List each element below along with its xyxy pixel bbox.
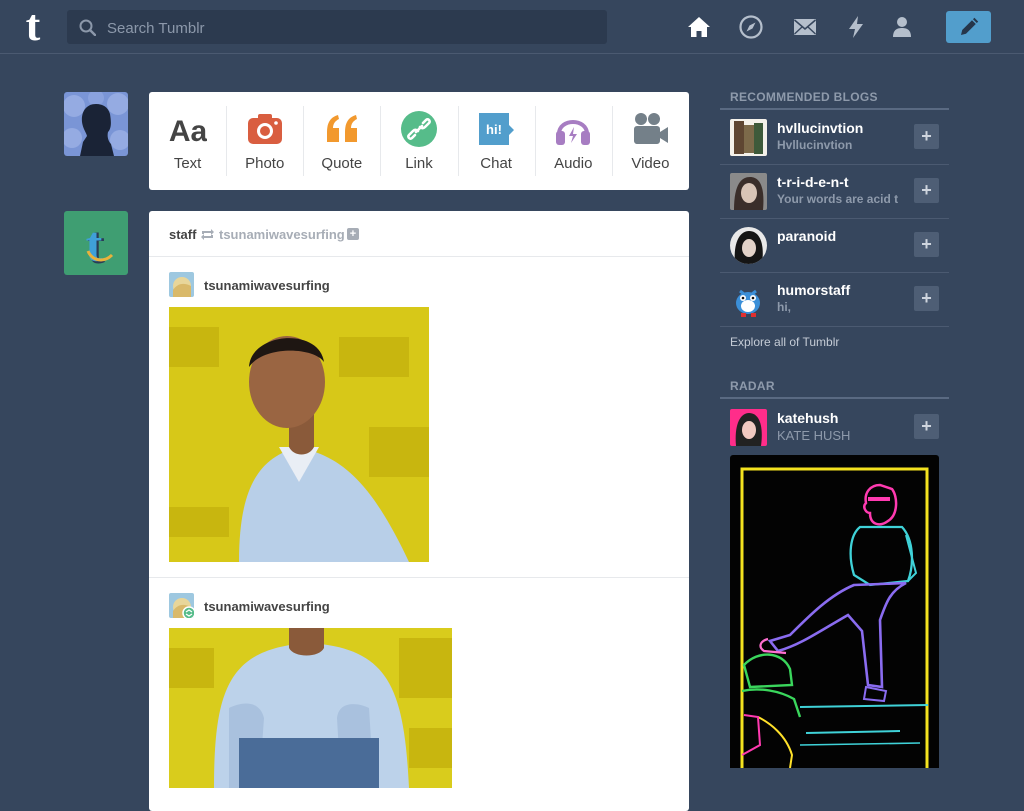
search-icon (79, 19, 96, 36)
blog-subtitle: Hvllucinvtion (777, 138, 853, 152)
headphones-icon (556, 120, 591, 145)
post-type-label: Chat (480, 155, 512, 172)
trail-username[interactable]: tsunamiwavesurfing (204, 599, 330, 614)
blog-name[interactable]: katehush (777, 410, 838, 426)
explore-tumblr-link[interactable]: Explore all of Tumblr (730, 335, 839, 349)
trail-divider (149, 577, 689, 578)
blog-name[interactable]: t-r-i-d-e-n-t (777, 174, 849, 190)
radar-post-image[interactable] (730, 455, 939, 768)
section-divider (720, 397, 949, 399)
recommended-blog-row[interactable]: t-r-i-d-e-n-t Your words are acid t + (720, 164, 949, 218)
search-input[interactable] (105, 10, 599, 46)
follow-button[interactable]: + (914, 414, 939, 439)
camera-icon (247, 114, 282, 144)
default-avatar-silhouette (64, 92, 128, 156)
recommended-blog-row[interactable]: humorstaff hi, + (720, 272, 949, 326)
blog-subtitle: KATE HUSH (777, 428, 851, 443)
poster-username[interactable]: staff (169, 227, 196, 242)
trail-avatar[interactable] (169, 593, 194, 618)
blog-avatar[interactable] (730, 409, 767, 446)
user-avatar[interactable] (64, 92, 128, 156)
link-chain-icon (400, 111, 437, 147)
row-divider (720, 326, 949, 327)
post-type-chat[interactable]: hi! Chat (457, 92, 535, 190)
inbox-mail-icon[interactable] (792, 14, 818, 40)
reblog-icon (201, 229, 214, 240)
follow-button[interactable]: + (914, 232, 939, 257)
post-type-label: Audio (554, 155, 593, 172)
post-type-label: Link (405, 155, 433, 172)
text-aa-icon: Aa (169, 115, 207, 148)
follow-button[interactable]: + (914, 178, 939, 203)
blog-avatar[interactable] (730, 119, 767, 156)
blog-subtitle: Your words are acid t (777, 192, 899, 206)
svg-text:hi!: hi! (486, 122, 502, 137)
home-icon[interactable] (686, 14, 712, 40)
blog-avatar[interactable] (730, 173, 767, 210)
top-navigation-bar: t (0, 0, 1024, 54)
follow-plus-icon[interactable]: + (347, 228, 359, 240)
post-photo[interactable] (169, 307, 429, 562)
post-header: staff tsunamiwavesurfing + (149, 211, 689, 257)
post-photo[interactable] (169, 628, 452, 788)
dashboard-post: staff tsunamiwavesurfing + tsunamiwavesu… (149, 211, 689, 811)
blog-avatar[interactable] (730, 281, 767, 318)
post-type-photo[interactable]: Photo (226, 92, 303, 190)
activity-lightning-icon[interactable] (843, 14, 869, 40)
blog-name[interactable]: humorstaff (777, 282, 850, 298)
trail-avatar[interactable] (169, 272, 194, 297)
post-type-label: Photo (245, 155, 285, 172)
blog-avatar[interactable] (730, 227, 767, 264)
recommended-blogs-heading: RECOMMENDED BLOGS (730, 90, 878, 104)
post-type-audio[interactable]: Audio (534, 92, 612, 190)
blog-name[interactable]: hvllucinvtion (777, 120, 863, 136)
quote-marks-icon (326, 115, 357, 142)
compose-post-button[interactable] (946, 11, 991, 43)
pencil-icon (961, 17, 979, 35)
follow-button[interactable]: + (914, 286, 939, 311)
svg-text:Aa: Aa (169, 115, 207, 148)
post-type-video[interactable]: Video (611, 92, 689, 190)
tumblr-logo[interactable]: t (17, 4, 49, 48)
post-type-text[interactable]: Aa Text (149, 92, 226, 190)
reblog-source-username[interactable]: tsunamiwavesurfing (219, 227, 345, 242)
recommended-blog-row[interactable]: paranoid + (720, 218, 949, 272)
chat-bubble-icon: hi! (479, 113, 515, 145)
account-person-icon[interactable] (889, 14, 915, 40)
staff-avatar[interactable]: t t (64, 211, 128, 275)
explore-compass-icon[interactable] (738, 14, 764, 40)
video-camera-icon (634, 113, 669, 144)
post-type-selector: Aa Text Photo Quote Link hi! Chat Audio … (149, 92, 689, 190)
post-type-link[interactable]: Link (380, 92, 457, 190)
post-type-label: Video (631, 155, 670, 172)
radar-heading: RADAR (730, 379, 775, 393)
follow-button[interactable]: + (914, 124, 939, 149)
post-type-label: Quote (321, 155, 363, 172)
post-type-quote[interactable]: Quote (303, 92, 380, 190)
staff-logo-avatar: t t (64, 211, 128, 275)
blog-subtitle: hi, (777, 300, 791, 314)
radar-blog-row[interactable]: katehush KATE HUSH + (720, 400, 949, 454)
trail-username[interactable]: tsunamiwavesurfing (204, 278, 330, 293)
post-type-label: Text (173, 155, 202, 172)
blog-name[interactable]: paranoid (777, 228, 836, 244)
recommended-blog-row[interactable]: hvllucinvtion Hvllucinvtion + (720, 110, 949, 164)
svg-text:t: t (86, 216, 103, 272)
search-bar[interactable] (67, 10, 607, 46)
